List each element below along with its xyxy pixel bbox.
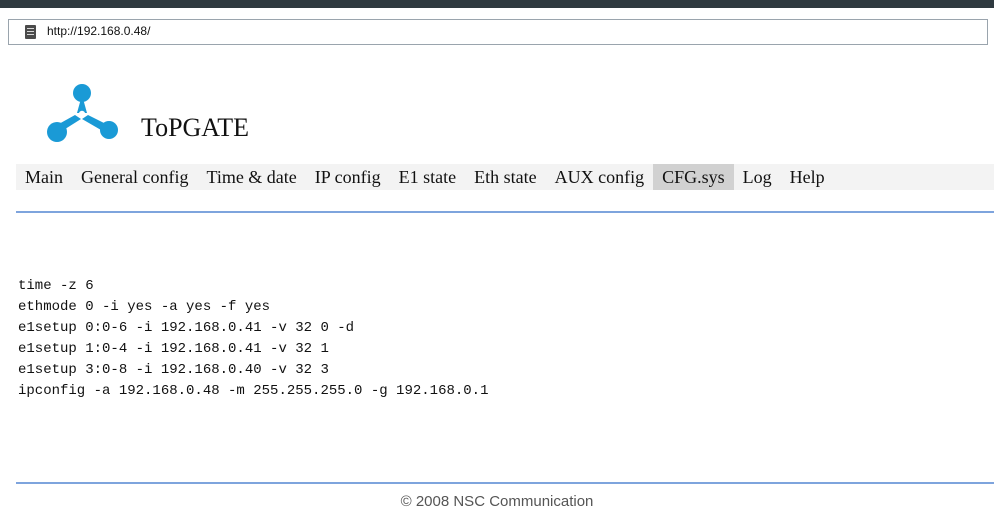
nav-item-general-config[interactable]: General config <box>72 164 197 190</box>
nav-item-cfg-sys[interactable]: CFG.sys <box>653 164 734 190</box>
top-divider <box>16 211 994 213</box>
config-line: e1setup 3:0-8 -i 192.168.0.40 -v 32 3 <box>18 362 329 378</box>
nav-item-eth-state[interactable]: Eth state <box>465 164 545 190</box>
page-icon <box>25 25 36 39</box>
config-line: ethmode 0 -i yes -a yes -f yes <box>18 299 271 315</box>
url-text[interactable]: http://192.168.0.48/ <box>47 24 150 38</box>
nav-item-aux-config[interactable]: AUX config <box>546 164 653 190</box>
address-bar[interactable]: http://192.168.0.48/ <box>8 19 988 45</box>
nav-item-log[interactable]: Log <box>734 164 781 190</box>
config-line: e1setup 1:0-4 -i 192.168.0.41 -v 32 1 <box>18 341 329 357</box>
brand-name: ToPGATE <box>141 113 249 142</box>
bottom-divider <box>16 482 994 484</box>
nav-item-e1-state[interactable]: E1 state <box>390 164 465 190</box>
nav-item-help[interactable]: Help <box>781 164 834 190</box>
nav-item-main[interactable]: Main <box>16 164 72 190</box>
config-line: e1setup 0:0-6 -i 192.168.0.41 -v 32 0 -d <box>18 320 355 336</box>
browser-top-bar <box>0 0 994 8</box>
config-text: time -z 6 ethmode 0 -i yes -a yes -f yes e… <box>18 276 488 402</box>
footer-copyright: © 2008 NSC Communication <box>400 493 594 510</box>
nav-item-time-date[interactable]: Time & date <box>197 164 305 190</box>
nav-item-ip-config[interactable]: IP config <box>306 164 390 190</box>
topgate-logo-icon <box>47 84 118 142</box>
config-line: time -z 6 <box>18 278 94 294</box>
config-line: ipconfig -a 192.168.0.48 -m 255.255.255.… <box>18 383 489 399</box>
main-nav: Main General config Time & date IP config E1… <box>16 164 994 190</box>
